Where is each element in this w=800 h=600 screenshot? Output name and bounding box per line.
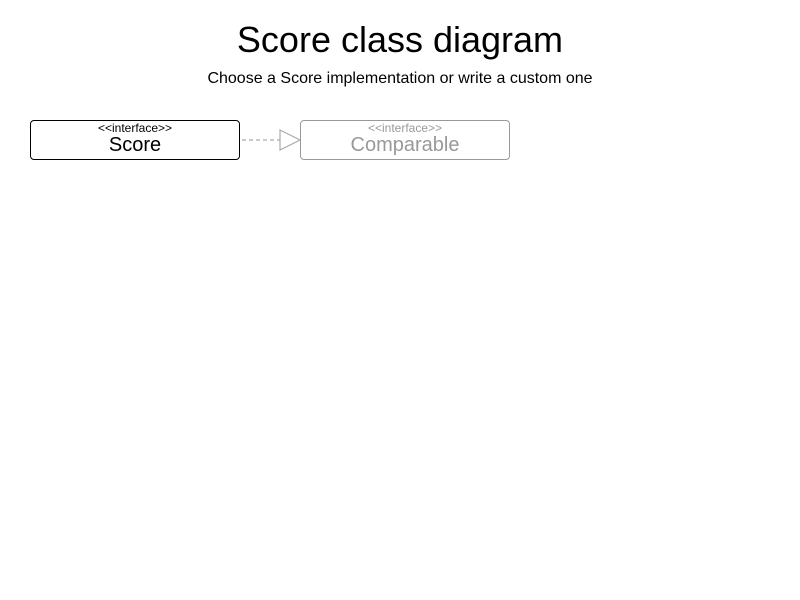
realization-arrowhead-icon [279,129,302,151]
diagram-title: Score class diagram [236,19,564,60]
class-name-score: Score [108,134,162,156]
realization-connector [242,129,302,151]
class-box-comparable[interactable]: <<interface>> Comparable [300,120,510,160]
class-box-score[interactable]: <<interface>> Score [30,120,240,160]
class-name-comparable: Comparable [350,134,460,156]
class-stereotype-score: <<interface>> [97,121,173,135]
class-stereotype-comparable: <<interface>> [367,121,443,135]
diagram-subtitle: Choose a Score implementation or write a… [207,70,593,87]
